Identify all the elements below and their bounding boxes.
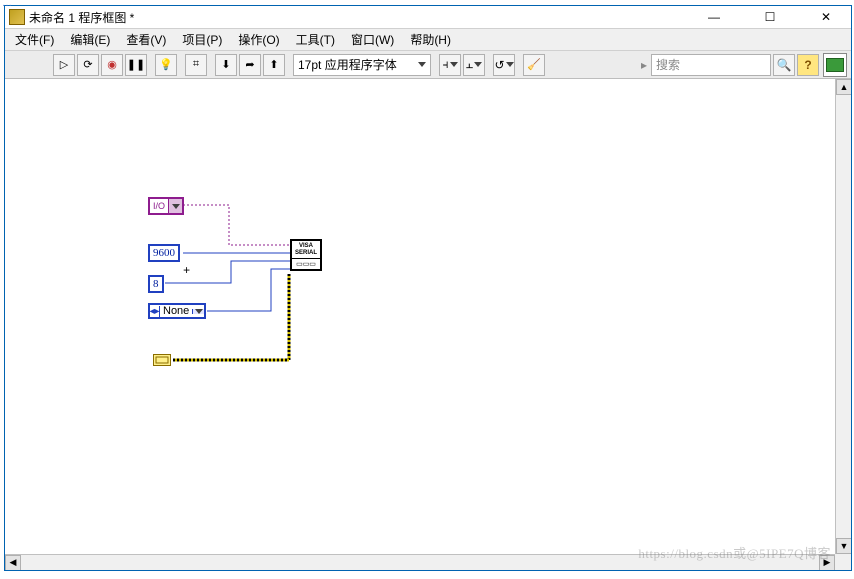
run-cont-icon: ⟳ bbox=[83, 58, 92, 71]
step-into-icon: ⬇ bbox=[221, 58, 230, 71]
font-selector[interactable]: 17pt 应用程序字体 bbox=[293, 54, 431, 76]
minimize-button[interactable]: — bbox=[693, 7, 735, 27]
distribute-icon: ⫠ bbox=[466, 57, 473, 72]
menubar: 文件(F) 编辑(E) 查看(V) 项目(P) 操作(O) 工具(T) 窗口(W… bbox=[5, 29, 851, 51]
step-out-button[interactable]: ⬆ bbox=[263, 54, 285, 76]
menu-view[interactable]: 查看(V) bbox=[122, 29, 170, 50]
horizontal-scrollbar[interactable]: ◀ ▶ bbox=[5, 554, 835, 570]
vi-icon-preview[interactable] bbox=[823, 53, 847, 77]
font-label: 17pt 应用程序字体 bbox=[298, 56, 397, 73]
retain-icon: ⌗ bbox=[193, 58, 199, 71]
error-cluster-icon bbox=[155, 356, 169, 364]
chevron-down-icon bbox=[168, 199, 182, 213]
chevron-down-icon bbox=[418, 62, 426, 67]
ring-increment-icon: ◂▸ bbox=[150, 306, 160, 317]
chevron-down-icon bbox=[450, 62, 458, 67]
step-out-icon: ⬆ bbox=[269, 58, 278, 71]
context-help-button[interactable]: ? bbox=[797, 54, 819, 76]
parity-value: None bbox=[160, 305, 192, 317]
chevron-down-icon bbox=[506, 62, 514, 67]
visa-resource-control[interactable]: I/O bbox=[148, 197, 184, 215]
run-continuously-button[interactable]: ⟳ bbox=[77, 54, 99, 76]
align-icon: ⫞ bbox=[442, 57, 448, 72]
error-in-constant[interactable] bbox=[153, 354, 171, 366]
app-icon bbox=[9, 9, 25, 25]
background-tab-fragment: … bbox=[2, 0, 12, 9]
menu-tools[interactable]: 工具(T) bbox=[292, 29, 339, 50]
menu-file[interactable]: 文件(F) bbox=[11, 29, 58, 50]
bulb-icon: 💡 bbox=[159, 58, 173, 71]
step-over-icon: ➦ bbox=[245, 58, 254, 71]
reorder-button[interactable]: ↺ bbox=[493, 54, 515, 76]
wires-layer bbox=[5, 79, 841, 549]
scroll-up-button[interactable]: ▲ bbox=[836, 79, 851, 95]
toolbar: ▷ ⟳ ◉ ❚❚ 💡 ⌗ ⬇ ➦ ⬆ 17pt 应用程序字体 ⫞ ⫠ ↺ 🧹 ▸… bbox=[5, 51, 851, 79]
reorder-icon: ↺ bbox=[494, 58, 504, 72]
parity-ring[interactable]: ◂▸ None bbox=[148, 303, 206, 319]
align-button[interactable]: ⫞ bbox=[439, 54, 461, 76]
highlight-exec-button[interactable]: 💡 bbox=[155, 54, 177, 76]
step-over-button[interactable]: ➦ bbox=[239, 54, 261, 76]
visa-serial-label: VISA SERIAL bbox=[292, 241, 320, 259]
visa-serial-connector-icon: ▭▭▭ bbox=[292, 259, 320, 269]
search-sep-icon: ▸ bbox=[639, 54, 649, 76]
data-bits-constant[interactable]: 8 bbox=[148, 275, 164, 293]
abort-button[interactable]: ◉ bbox=[101, 54, 123, 76]
cleanup-diagram-button[interactable]: 🧹 bbox=[523, 54, 545, 76]
pause-icon: ❚❚ bbox=[127, 58, 145, 71]
scroll-corner bbox=[835, 554, 851, 570]
search-icon: 🔍 bbox=[777, 58, 792, 72]
vertical-scrollbar[interactable]: ▲ ▼ bbox=[835, 79, 851, 554]
cleanup-icon: 🧹 bbox=[527, 58, 541, 71]
distribute-button[interactable]: ⫠ bbox=[463, 54, 485, 76]
chevron-down-icon bbox=[474, 62, 482, 67]
visa-configure-serial-port-vi[interactable]: VISA SERIAL ▭▭▭ bbox=[290, 239, 322, 271]
search-button[interactable]: 🔍 bbox=[773, 54, 795, 76]
step-into-button[interactable]: ⬇ bbox=[215, 54, 237, 76]
window-title: 未命名 1 程序框图 * bbox=[29, 9, 693, 26]
client-area: I/O 9600 8 ◂▸ None VISA SERIAL bbox=[5, 79, 851, 570]
menu-edit[interactable]: 编辑(E) bbox=[66, 29, 114, 50]
chevron-down-icon bbox=[192, 309, 204, 314]
vi-icon bbox=[826, 58, 844, 72]
menu-help[interactable]: 帮助(H) bbox=[406, 29, 455, 50]
scroll-left-button[interactable]: ◀ bbox=[5, 555, 21, 571]
retain-values-button[interactable]: ⌗ bbox=[185, 54, 207, 76]
block-diagram-canvas[interactable]: I/O 9600 8 ◂▸ None VISA SERIAL bbox=[5, 79, 835, 554]
titlebar[interactable]: 未命名 1 程序框图 * — ☐ ✕ bbox=[5, 6, 851, 29]
close-button[interactable]: ✕ bbox=[805, 7, 847, 27]
menu-project[interactable]: 项目(P) bbox=[178, 29, 226, 50]
window-controls: — ☐ ✕ bbox=[693, 7, 847, 27]
visa-resource-label: I/O bbox=[150, 199, 168, 213]
search-area: ▸ 搜索 🔍 ? bbox=[639, 53, 847, 77]
scroll-down-button[interactable]: ▼ bbox=[836, 538, 851, 554]
run-button[interactable]: ▷ bbox=[53, 54, 75, 76]
scroll-v-track[interactable] bbox=[836, 95, 851, 538]
baud-rate-constant[interactable]: 9600 bbox=[148, 244, 180, 262]
menu-operate[interactable]: 操作(O) bbox=[234, 29, 283, 50]
pause-button[interactable]: ❚❚ bbox=[125, 54, 147, 76]
abort-icon: ◉ bbox=[107, 58, 117, 71]
maximize-button[interactable]: ☐ bbox=[749, 7, 791, 27]
wiring-cursor: + bbox=[183, 264, 190, 278]
application-window: 未命名 1 程序框图 * — ☐ ✕ 文件(F) 编辑(E) 查看(V) 项目(… bbox=[4, 5, 852, 571]
help-icon: ? bbox=[804, 58, 811, 72]
search-input[interactable]: 搜索 bbox=[651, 54, 771, 76]
scroll-right-button[interactable]: ▶ bbox=[819, 555, 835, 571]
menu-window[interactable]: 窗口(W) bbox=[347, 29, 398, 50]
run-arrow-icon: ▷ bbox=[60, 58, 68, 71]
